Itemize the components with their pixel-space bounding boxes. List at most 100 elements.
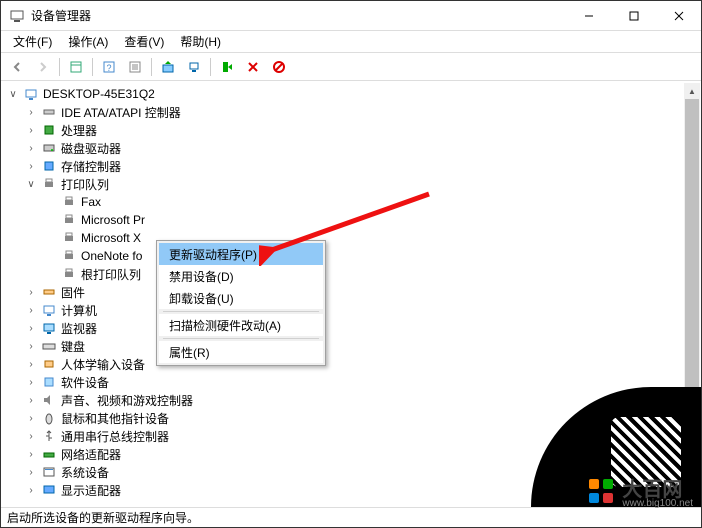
tree-category[interactable]: ›人体学输入设备	[1, 355, 701, 373]
tree-category-label: 计算机	[61, 302, 97, 319]
tree-category[interactable]: › 存储控制器	[1, 157, 701, 175]
tree-device[interactable]: Microsoft X	[1, 229, 701, 247]
tree-category[interactable]: › 显示适配器	[1, 481, 701, 499]
forward-button[interactable]	[31, 55, 55, 79]
tree-category-label: 打印队列	[61, 176, 109, 193]
tree-category-label: 软件设备	[61, 374, 109, 391]
context-menu-separator	[163, 311, 319, 312]
tree-category-label: 存储控制器	[61, 158, 121, 175]
tree-category[interactable]: ›处理器	[1, 121, 701, 139]
disable-button[interactable]	[267, 55, 291, 79]
chevron-right-icon[interactable]: ›	[25, 161, 37, 172]
scroll-down-button[interactable]: ▼	[684, 477, 700, 493]
ctx-disable-device[interactable]: 禁用设备(D)	[159, 265, 323, 287]
ctx-update-driver[interactable]: 更新驱动程序(P)	[159, 243, 323, 265]
tree-category-label: 网络适配器	[61, 446, 121, 463]
tree-category[interactable]: › 网络适配器	[1, 445, 701, 463]
printer-icon	[61, 230, 77, 246]
tree-device[interactable]: Microsoft Pr	[1, 211, 701, 229]
chevron-right-icon[interactable]: ›	[25, 107, 37, 118]
chevron-right-icon[interactable]: ›	[25, 377, 37, 388]
chevron-down-icon[interactable]: ∨	[7, 89, 19, 100]
network-icon	[41, 446, 57, 462]
tree-category-label: 声音、视频和游戏控制器	[61, 392, 193, 409]
tree-category[interactable]: › 声音、视频和游戏控制器	[1, 391, 701, 409]
maximize-button[interactable]	[611, 1, 656, 31]
ctx-properties[interactable]: 属性(R)	[159, 341, 323, 363]
ide-icon	[41, 104, 57, 120]
device-tree[interactable]: ∨ DESKTOP-45E31Q2 ›IDE ATA/ATAPI 控制器›处理器…	[1, 81, 701, 509]
menubar: 文件(F) 操作(A) 查看(V) 帮助(H)	[1, 31, 701, 53]
tree-root[interactable]: ∨ DESKTOP-45E31Q2	[1, 85, 701, 103]
tree-device-label: Fax	[81, 195, 101, 209]
chevron-right-icon[interactable]: ›	[25, 341, 37, 352]
monitor-icon	[41, 320, 57, 336]
back-button[interactable]	[5, 55, 29, 79]
tree-category[interactable]: ›监视器	[1, 319, 701, 337]
tree-category[interactable]: › 键盘	[1, 337, 701, 355]
cpu-icon	[41, 122, 57, 138]
chevron-right-icon[interactable]: ›	[25, 305, 37, 316]
chevron-right-icon[interactable]: ›	[25, 323, 37, 334]
enable-button[interactable]	[215, 55, 239, 79]
tree-category[interactable]: › 系统设备	[1, 463, 701, 481]
tree-category-label: 系统设备	[61, 464, 109, 481]
tree-category-label: 显示适配器	[61, 482, 121, 499]
tree-device-label: OneNote fo	[81, 249, 142, 263]
chevron-right-icon[interactable]: ›	[25, 467, 37, 478]
tree-category[interactable]: ›通用串行总线控制器	[1, 427, 701, 445]
chevron-right-icon[interactable]: ›	[25, 395, 37, 406]
menu-file[interactable]: 文件(F)	[5, 31, 60, 52]
chevron-right-icon[interactable]: ›	[25, 143, 37, 154]
separator	[210, 58, 211, 76]
tree-device[interactable]: OneNote fo	[1, 247, 701, 265]
ctx-scan-hardware[interactable]: 扫描检测硬件改动(A)	[159, 314, 323, 336]
minimize-button[interactable]	[566, 1, 611, 31]
sound-icon	[41, 392, 57, 408]
menu-action[interactable]: 操作(A)	[60, 31, 116, 52]
show-hide-tree-button[interactable]	[64, 55, 88, 79]
menu-help[interactable]: 帮助(H)	[172, 31, 229, 52]
properties-button[interactable]	[123, 55, 147, 79]
uninstall-button[interactable]	[241, 55, 265, 79]
tree-category[interactable]: ›磁盘驱动器	[1, 139, 701, 157]
ctx-uninstall-device[interactable]: 卸载设备(U)	[159, 287, 323, 309]
firmware-icon	[41, 284, 57, 300]
tree-category[interactable]: ∨ 打印队列	[1, 175, 701, 193]
tree-category[interactable]: ›固件	[1, 283, 701, 301]
tree-device-label: Microsoft X	[81, 231, 141, 245]
tree-root-label: DESKTOP-45E31Q2	[43, 87, 155, 101]
tree-category[interactable]: ›IDE ATA/ATAPI 控制器	[1, 103, 701, 121]
close-button[interactable]	[656, 1, 701, 31]
window-title: 设备管理器	[31, 7, 566, 24]
toolbar: ?	[1, 53, 701, 81]
chevron-right-icon[interactable]: ›	[25, 431, 37, 442]
vertical-scrollbar[interactable]: ▲ ▼	[684, 83, 700, 493]
computer-icon	[23, 86, 39, 102]
menu-view[interactable]: 查看(V)	[116, 31, 172, 52]
chevron-right-icon[interactable]: ›	[25, 359, 37, 370]
scrollbar-thumb[interactable]	[685, 99, 699, 459]
scan-hardware-button[interactable]	[182, 55, 206, 79]
update-driver-button[interactable]	[156, 55, 180, 79]
hid-icon	[41, 356, 57, 372]
tree-device[interactable]: Fax	[1, 193, 701, 211]
chevron-right-icon[interactable]: ›	[25, 449, 37, 460]
tree-category[interactable]: › 软件设备	[1, 373, 701, 391]
chevron-right-icon[interactable]: ›	[25, 485, 37, 496]
usb-icon	[41, 428, 57, 444]
tree-category[interactable]: ›鼠标和其他指针设备	[1, 409, 701, 427]
scroll-up-button[interactable]: ▲	[684, 83, 700, 99]
tree-category-label: 键盘	[61, 338, 85, 355]
printer-icon	[41, 176, 57, 192]
chevron-down-icon[interactable]: ∨	[25, 179, 37, 190]
tree-category[interactable]: › 计算机	[1, 301, 701, 319]
help-button[interactable]: ?	[97, 55, 121, 79]
chevron-right-icon[interactable]: ›	[25, 287, 37, 298]
tree-device-label: Microsoft Pr	[81, 213, 145, 227]
tree-device[interactable]: 根打印队列	[1, 265, 701, 283]
mouse-icon	[41, 410, 57, 426]
chevron-right-icon[interactable]: ›	[25, 413, 37, 424]
statusbar: 启动所选设备的更新驱动程序向导。	[1, 507, 701, 527]
chevron-right-icon[interactable]: ›	[25, 125, 37, 136]
